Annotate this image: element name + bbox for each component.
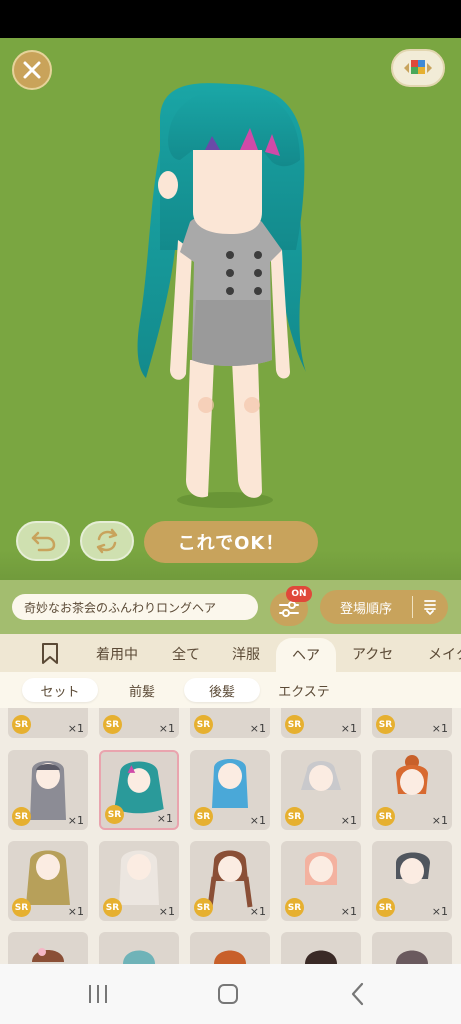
recent-apps-button[interactable] bbox=[78, 978, 118, 1010]
hair-item[interactable] bbox=[99, 932, 179, 964]
color-palette-button[interactable] bbox=[391, 49, 445, 87]
subtab-bangs[interactable]: 前髪 bbox=[104, 678, 180, 702]
bookmark-tab[interactable] bbox=[40, 642, 60, 666]
close-button[interactable] bbox=[12, 50, 52, 90]
tab-wearing[interactable]: 着用中 bbox=[96, 642, 138, 666]
sort-order-label: 登場順序 bbox=[339, 601, 392, 617]
palette-grid-icon bbox=[404, 60, 432, 74]
subtab-back-hair[interactable]: 後髪 bbox=[184, 678, 260, 702]
tab-clothes[interactable]: 洋服 bbox=[232, 642, 260, 666]
back-button[interactable] bbox=[338, 978, 378, 1010]
subtab-extensions[interactable]: エクステ bbox=[266, 678, 342, 702]
hair-item[interactable]: SR ×1 bbox=[372, 750, 452, 830]
hair-item[interactable]: SR ×1 bbox=[8, 708, 88, 738]
hair-item[interactable]: SR ×1 bbox=[372, 841, 452, 921]
filter-on-badge: ON bbox=[286, 586, 312, 602]
item-grid: SR ×1 SR ×1 SR ×1 SR ×1 SR ×1 SR ×1 SR ×1 SR ×1 … bbox=[0, 708, 461, 964]
filter-sliders-icon bbox=[279, 601, 299, 617]
hair-item[interactable] bbox=[281, 932, 361, 964]
tab-makeup[interactable]: メイク bbox=[428, 642, 461, 666]
hair-item[interactable]: SR ×1 bbox=[281, 708, 361, 738]
hair-item[interactable] bbox=[372, 932, 452, 964]
hair-item[interactable]: SR ×1 bbox=[190, 841, 270, 921]
hair-item[interactable]: SR ×1 bbox=[8, 841, 88, 921]
undo-arrow-icon bbox=[31, 531, 56, 552]
rotate-cycle-icon bbox=[96, 528, 118, 554]
hair-item[interactable]: SR ×1 bbox=[372, 708, 452, 738]
sort-direction-icon[interactable] bbox=[413, 598, 447, 616]
avatar-character bbox=[137, 83, 306, 508]
home-icon bbox=[218, 984, 238, 1004]
confirm-ok-button[interactable]: これでOK！ bbox=[144, 521, 318, 563]
tab-all[interactable]: 全て bbox=[172, 642, 200, 666]
hair-item[interactable]: SR ×1 bbox=[281, 841, 361, 921]
hair-item-selected[interactable]: SR ×1 bbox=[99, 750, 179, 830]
tab-hair[interactable]: ヘア bbox=[276, 638, 336, 672]
undo-button[interactable] bbox=[16, 521, 70, 561]
hair-item[interactable] bbox=[190, 932, 270, 964]
bookmark-icon bbox=[42, 643, 58, 664]
subtab-set[interactable]: セット bbox=[22, 678, 98, 702]
close-icon bbox=[23, 61, 41, 79]
rotate-avatar-button[interactable] bbox=[80, 521, 134, 561]
hair-item[interactable] bbox=[8, 932, 88, 964]
hair-item[interactable]: SR ×1 bbox=[190, 708, 270, 738]
hair-item[interactable]: SR ×1 bbox=[8, 750, 88, 830]
selected-item-name: 奇妙なお茶会のふんわりロングヘア bbox=[12, 594, 258, 620]
sort-order-button[interactable]: 登場順序 bbox=[320, 590, 448, 624]
hair-item[interactable]: SR ×1 bbox=[190, 750, 270, 830]
recent-apps-icon bbox=[89, 985, 107, 1003]
home-button[interactable] bbox=[208, 978, 248, 1010]
hair-item[interactable]: SR ×1 bbox=[99, 841, 179, 921]
tab-accessories[interactable]: アクセ bbox=[352, 642, 393, 666]
hair-item[interactable]: SR ×1 bbox=[281, 750, 361, 830]
back-chevron-icon bbox=[351, 982, 364, 1006]
hair-item[interactable]: SR ×1 bbox=[99, 708, 179, 738]
